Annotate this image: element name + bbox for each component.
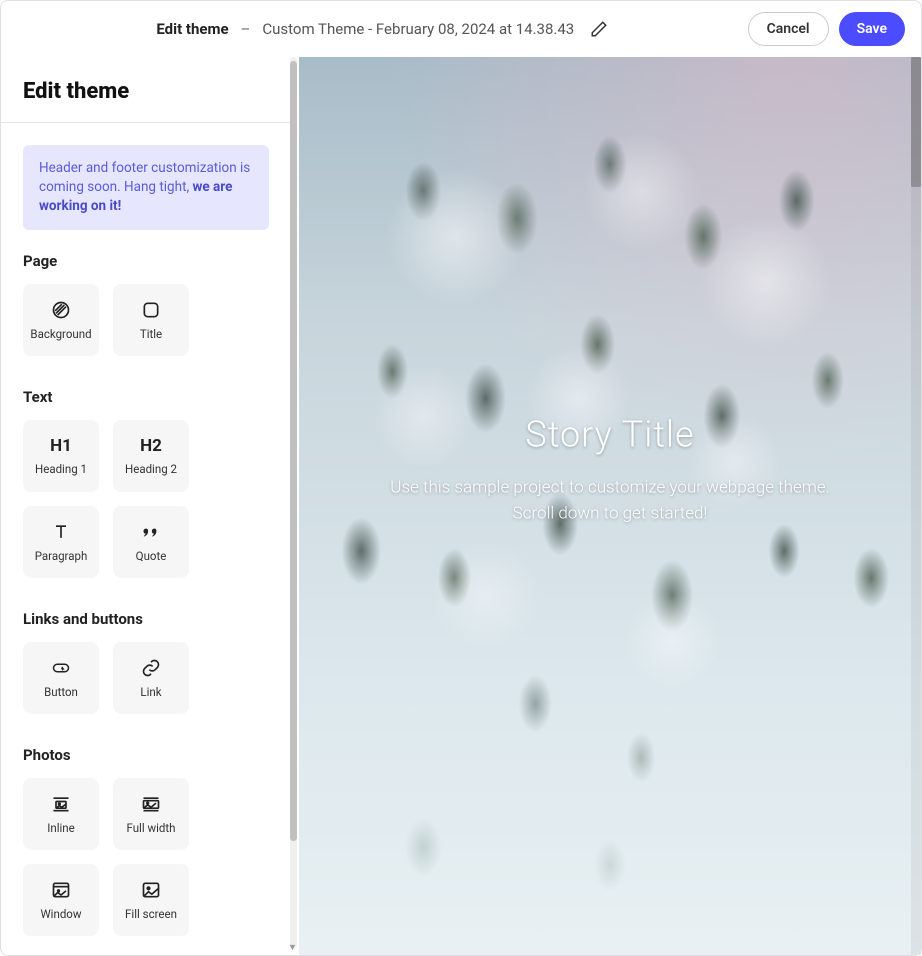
tile-window[interactable]: Window <box>23 864 99 936</box>
link-icon <box>140 657 162 679</box>
inline-icon <box>50 793 72 815</box>
tile-label: Paragraph <box>35 549 88 563</box>
section-title: Page <box>23 252 269 270</box>
tile-label: Heading 2 <box>125 462 177 476</box>
sidebar-title: Edit theme <box>1 57 291 122</box>
tile-inline[interactable]: Inline <box>23 778 99 850</box>
tile-title[interactable]: Title <box>113 284 189 356</box>
divider <box>1 122 291 123</box>
text-icon <box>50 521 72 543</box>
notice-banner: Header and footer customization is comin… <box>23 145 269 230</box>
title-icon <box>140 299 162 321</box>
tile-label: Title <box>140 327 162 341</box>
preview-content: Story Title Use this sample project to c… <box>330 414 890 527</box>
header-subtitle: Custom Theme - February 08, 2024 at 14.3… <box>262 20 574 38</box>
preview-description: Use this sample project to customize you… <box>330 476 890 527</box>
tile-paragraph[interactable]: Paragraph <box>23 506 99 578</box>
preview-pane: Story Title Use this sample project to c… <box>299 57 921 955</box>
tile-fullwidth[interactable]: Full width <box>113 778 189 850</box>
section-page: Page Background <box>1 252 291 382</box>
tile-heading1[interactable]: H1 Heading 1 <box>23 420 99 492</box>
tile-quote[interactable]: Quote <box>113 506 189 578</box>
save-button[interactable]: Save <box>839 12 905 46</box>
button-icon <box>50 657 72 679</box>
tile-label: Heading 1 <box>35 462 87 476</box>
header-title: Edit theme <box>156 20 228 38</box>
section-links: Links and buttons Button <box>1 610 291 740</box>
fillscreen-icon <box>140 879 162 901</box>
section-title: Text <box>23 388 269 406</box>
tile-link[interactable]: Link <box>113 642 189 714</box>
scroll-down-icon[interactable]: ▼ <box>288 944 299 951</box>
pencil-icon[interactable] <box>590 20 608 38</box>
header-separator: – <box>241 20 251 38</box>
window-icon <box>50 879 72 901</box>
tile-label: Fill screen <box>125 907 177 921</box>
cancel-button[interactable]: Cancel <box>748 12 829 46</box>
scrollbar-thumb[interactable] <box>290 61 297 841</box>
tile-background[interactable]: Background <box>23 284 99 356</box>
section-title: Photos <box>23 746 269 764</box>
section-photos: Photos Inline <box>1 746 291 955</box>
tile-button[interactable]: Button <box>23 642 99 714</box>
fullwidth-icon <box>140 793 162 815</box>
h1-icon: H1 <box>50 436 72 456</box>
tile-label: Link <box>140 685 161 699</box>
header-actions: Cancel Save <box>748 12 905 46</box>
header-title-group: Edit theme – Custom Theme - February 08,… <box>17 20 748 38</box>
sidebar-scrollbar[interactable] <box>290 57 297 949</box>
tile-label: Quote <box>136 549 167 563</box>
preview-scrollbar[interactable] <box>911 57 921 955</box>
preview-scrollbar-thumb[interactable] <box>911 57 921 187</box>
tile-label: Full width <box>126 821 175 835</box>
app-header: Edit theme – Custom Theme - February 08,… <box>1 1 921 57</box>
tile-fillscreen[interactable]: Fill screen <box>113 864 189 936</box>
h2-icon: H2 <box>140 436 162 456</box>
tile-label: Button <box>44 685 78 699</box>
hatch-icon <box>50 299 72 321</box>
tile-label: Window <box>40 907 81 921</box>
preview-title: Story Title <box>330 414 890 456</box>
quote-icon <box>140 521 162 543</box>
section-text: Text H1 Heading 1 H2 Heading 2 <box>1 388 291 604</box>
tile-label: Inline <box>47 821 75 835</box>
tile-label: Background <box>30 327 91 341</box>
sidebar: Edit theme Header and footer customizati… <box>1 57 291 955</box>
tile-heading2[interactable]: H2 Heading 2 <box>113 420 189 492</box>
section-title: Links and buttons <box>23 610 269 628</box>
